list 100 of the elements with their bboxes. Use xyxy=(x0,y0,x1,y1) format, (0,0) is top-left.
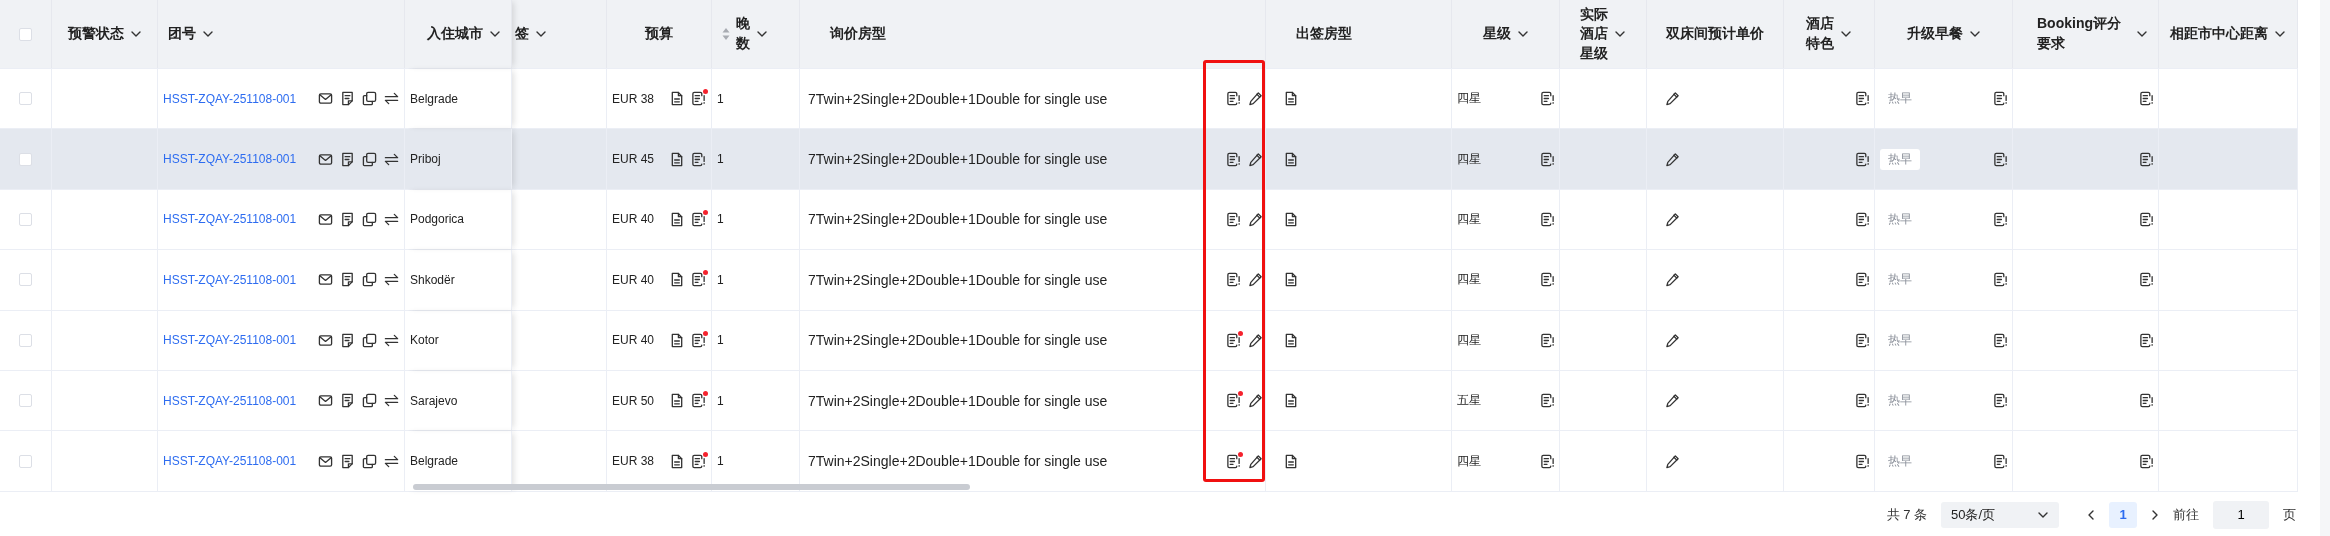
pencil-icon[interactable] xyxy=(1248,211,1263,227)
mail-icon[interactable] xyxy=(318,332,333,348)
note-icon[interactable] xyxy=(691,332,706,348)
note-icon[interactable] xyxy=(1540,272,1555,288)
swap-icon[interactable] xyxy=(384,151,399,167)
copy-icon[interactable] xyxy=(362,272,377,288)
note-icon[interactable] xyxy=(1540,393,1555,409)
note-icon[interactable] xyxy=(691,151,706,167)
swap-icon[interactable] xyxy=(384,91,399,107)
note-icon[interactable] xyxy=(2139,272,2154,288)
document-icon[interactable] xyxy=(670,393,684,409)
pencil-icon[interactable] xyxy=(1248,453,1263,469)
pencil-icon[interactable] xyxy=(1665,393,1680,409)
next-page-icon[interactable] xyxy=(2151,508,2159,521)
note-icon[interactable] xyxy=(1540,91,1555,107)
group-number-link[interactable]: HSST-ZQAY-251108-001 xyxy=(163,91,297,106)
memo-icon[interactable] xyxy=(340,151,355,167)
note-icon[interactable] xyxy=(1855,211,1870,227)
note-icon[interactable] xyxy=(2139,453,2154,469)
document-icon[interactable] xyxy=(1284,91,1298,107)
table-row[interactable]: HSST-ZQAY-251108-001 Belgrade EUR 38 1 7Twin+2Single+2Double+1Double for single use 四星 热早 xyxy=(0,68,2298,129)
swap-icon[interactable] xyxy=(384,453,399,469)
pencil-icon[interactable] xyxy=(1248,272,1263,288)
document-icon[interactable] xyxy=(1284,453,1298,469)
note-icon[interactable] xyxy=(1855,151,1870,167)
memo-icon[interactable] xyxy=(340,393,355,409)
table-row[interactable]: HSST-ZQAY-251108-001 Kotor EUR 40 1 7Twin+2Single+2Double+1Double for single use 四星 热早 xyxy=(0,309,2298,370)
note-icon[interactable] xyxy=(691,453,706,469)
checkbox[interactable] xyxy=(19,27,32,41)
copy-icon[interactable] xyxy=(362,332,377,348)
note-icon[interactable] xyxy=(1226,91,1241,107)
note-icon[interactable] xyxy=(1855,91,1870,107)
note-icon[interactable] xyxy=(2139,91,2154,107)
note-icon[interactable] xyxy=(1226,393,1241,409)
note-icon[interactable] xyxy=(1226,151,1241,167)
pencil-icon[interactable] xyxy=(1665,211,1680,227)
document-icon[interactable] xyxy=(670,151,684,167)
copy-icon[interactable] xyxy=(362,211,377,227)
document-icon[interactable] xyxy=(670,332,684,348)
note-icon[interactable] xyxy=(691,211,706,227)
note-icon[interactable] xyxy=(2139,332,2154,348)
note-icon[interactable] xyxy=(1993,332,2008,348)
pencil-icon[interactable] xyxy=(1248,332,1263,348)
pencil-icon[interactable] xyxy=(1665,151,1680,167)
pencil-icon[interactable] xyxy=(1665,91,1680,107)
pencil-icon[interactable] xyxy=(1665,272,1680,288)
page-size-select[interactable]: 50条/页 xyxy=(1941,501,2059,528)
checkbox[interactable] xyxy=(19,92,32,106)
page-input[interactable]: 1 xyxy=(2213,500,2269,529)
document-icon[interactable] xyxy=(670,91,684,107)
table-row[interactable]: HSST-ZQAY-251108-001 Priboj EUR 45 1 7Twin+2Single+2Double+1Double for single use 四星 热早 xyxy=(0,128,2298,189)
note-icon[interactable] xyxy=(1993,151,2008,167)
checkbox[interactable] xyxy=(19,333,32,347)
note-icon[interactable] xyxy=(2139,151,2154,167)
note-icon[interactable] xyxy=(1855,272,1870,288)
note-icon[interactable] xyxy=(1993,91,2008,107)
note-icon[interactable] xyxy=(1855,453,1870,469)
group-number-link[interactable]: HSST-ZQAY-251108-001 xyxy=(163,152,297,167)
scrollbar-thumb[interactable] xyxy=(413,484,970,490)
note-icon[interactable] xyxy=(1993,393,2008,409)
note-icon[interactable] xyxy=(691,393,706,409)
mail-icon[interactable] xyxy=(318,393,333,409)
memo-icon[interactable] xyxy=(340,332,355,348)
swap-icon[interactable] xyxy=(384,211,399,227)
mail-icon[interactable] xyxy=(318,272,333,288)
note-icon[interactable] xyxy=(1855,332,1870,348)
note-icon[interactable] xyxy=(1226,272,1241,288)
memo-icon[interactable] xyxy=(340,453,355,469)
document-icon[interactable] xyxy=(1284,393,1298,409)
document-icon[interactable] xyxy=(670,453,684,469)
swap-icon[interactable] xyxy=(384,272,399,288)
checkbox[interactable] xyxy=(19,394,32,408)
pencil-icon[interactable] xyxy=(1665,332,1680,348)
pencil-icon[interactable] xyxy=(1248,393,1263,409)
mail-icon[interactable] xyxy=(318,453,333,469)
copy-icon[interactable] xyxy=(362,151,377,167)
note-icon[interactable] xyxy=(1993,272,2008,288)
copy-icon[interactable] xyxy=(362,453,377,469)
mail-icon[interactable] xyxy=(318,91,333,107)
copy-icon[interactable] xyxy=(362,393,377,409)
note-icon[interactable] xyxy=(1540,151,1555,167)
note-icon[interactable] xyxy=(1226,332,1241,348)
note-icon[interactable] xyxy=(1993,453,2008,469)
swap-icon[interactable] xyxy=(384,332,399,348)
page-button[interactable]: 1 xyxy=(2109,501,2137,528)
memo-icon[interactable] xyxy=(340,91,355,107)
checkbox[interactable] xyxy=(19,152,32,166)
note-icon[interactable] xyxy=(2139,393,2154,409)
table-row[interactable]: HSST-ZQAY-251108-001 Podgorica EUR 40 1 7Twin+2Single+2Double+1Double for single use 四星 热早 xyxy=(0,188,2298,250)
mail-icon[interactable] xyxy=(318,211,333,227)
document-icon[interactable] xyxy=(1284,272,1298,288)
document-icon[interactable] xyxy=(1284,151,1298,167)
swap-icon[interactable] xyxy=(384,393,399,409)
checkbox[interactable] xyxy=(19,454,32,468)
note-icon[interactable] xyxy=(1855,393,1870,409)
memo-icon[interactable] xyxy=(340,272,355,288)
checkbox[interactable] xyxy=(19,212,32,226)
note-icon[interactable] xyxy=(1540,211,1555,227)
note-icon[interactable] xyxy=(1993,211,2008,227)
note-icon[interactable] xyxy=(1540,332,1555,348)
